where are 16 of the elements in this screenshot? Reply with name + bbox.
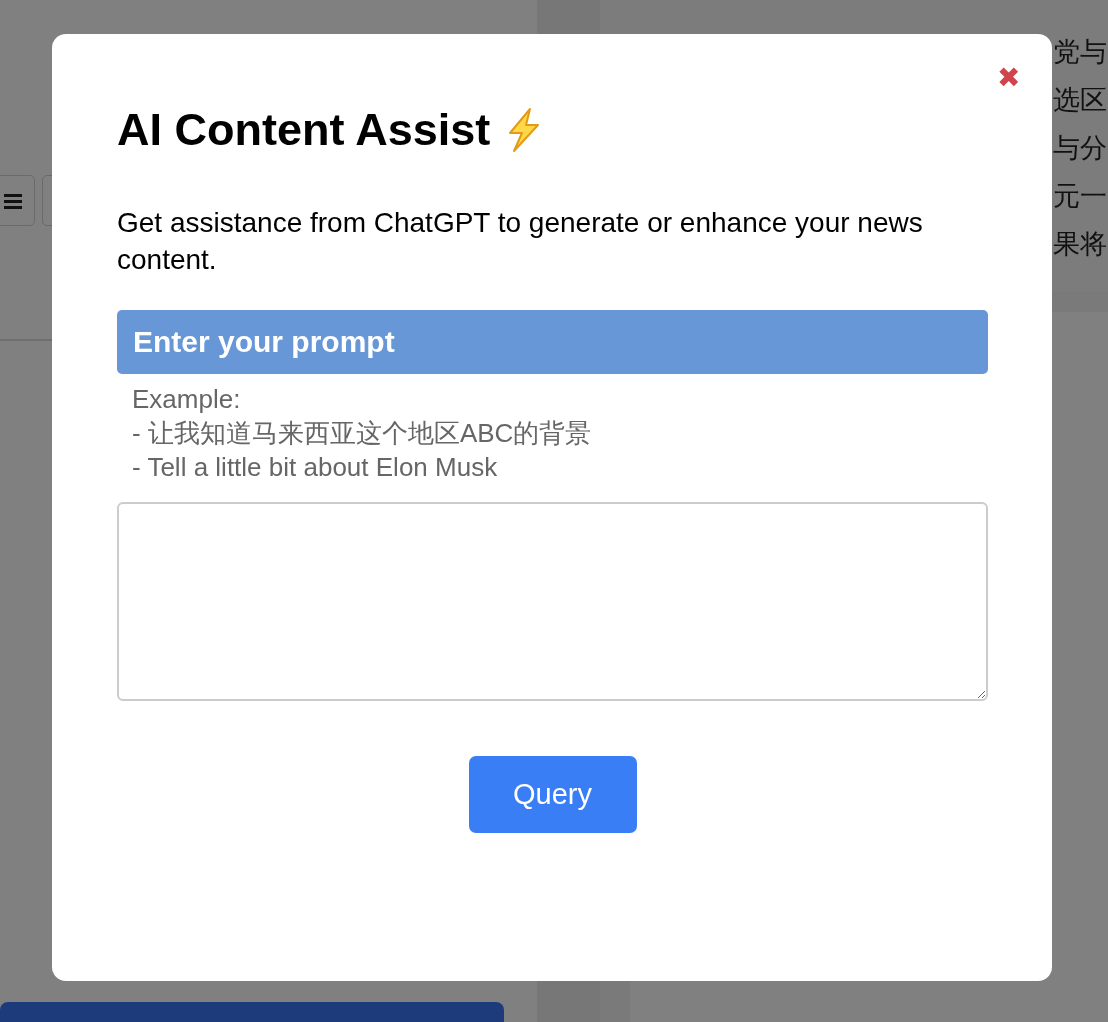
example-text: Example: (132, 383, 242, 416)
description-text: Get assistance from ChatGPT to generate or enhance your news content. (117, 206, 924, 277)
dialog-title: AI Content Assist (117, 104, 491, 156)
close-button[interactable]: ✖ (997, 64, 1020, 92)
list-icon (4, 192, 22, 209)
example-text: - 让我知道马来西亚这个地区ABC的背景 (132, 417, 593, 450)
query-button[interactable]: Query (468, 756, 637, 833)
prompt-field[interactable] (117, 502, 988, 701)
article-text: 选区 (1053, 84, 1108, 117)
example-text: - Tell a little bit about Elon Musk (132, 451, 499, 484)
article-text: 元一 (1053, 180, 1108, 213)
article-text: 与分 (1053, 132, 1108, 165)
prompt-header: Enter your prompt (117, 310, 988, 374)
article-text: 党与 (1053, 36, 1108, 69)
list-button[interactable] (0, 175, 35, 226)
article-text: 果将 (1053, 228, 1108, 261)
